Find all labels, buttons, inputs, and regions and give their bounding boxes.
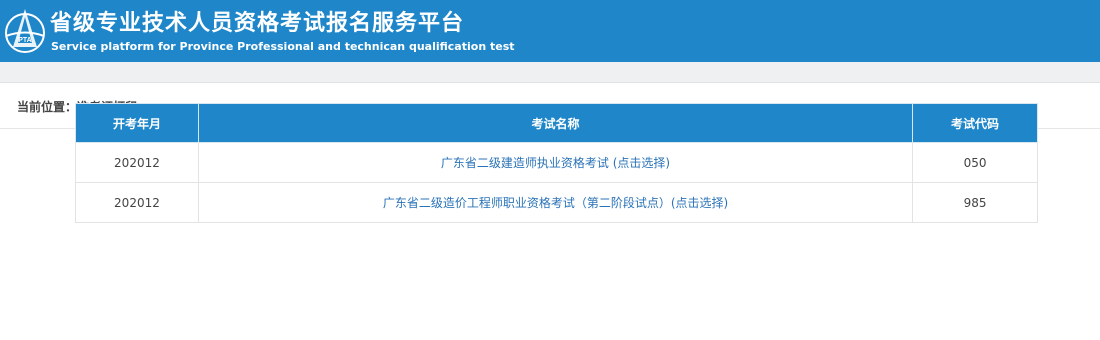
site-subtitle: Service platform for Province Profession…: [51, 40, 515, 53]
exam-code-cell: 050: [912, 142, 1038, 183]
exam-month-cell: 202012: [75, 182, 199, 223]
exam-code-cell: 985: [912, 182, 1038, 223]
exam-table: 开考年月 考试名称 考试代码 202012 广东省二级建造师执业资格考试 (点击…: [75, 103, 1038, 223]
column-header-month: 开考年月: [75, 103, 199, 143]
svg-text:PTA: PTA: [18, 37, 31, 44]
site-header: PTA 省级专业技术人员资格考试报名服务平台 Service platform …: [0, 0, 1100, 62]
table-header-row: 开考年月 考试名称 考试代码: [75, 103, 1038, 143]
pta-logo-icon: PTA: [3, 3, 47, 59]
site-title: 省级专业技术人员资格考试报名服务平台: [50, 11, 465, 36]
exam-month-cell: 202012: [75, 142, 199, 183]
exam-select-link[interactable]: 广东省二级造价工程师职业资格考试（第二阶段试点）(点击选择): [383, 196, 728, 210]
exam-name-cell: 广东省二级建造师执业资格考试 (点击选择): [197, 142, 914, 183]
column-header-exam-code: 考试代码: [912, 103, 1038, 143]
exam-name-cell: 广东省二级造价工程师职业资格考试（第二阶段试点）(点击选择): [197, 182, 914, 223]
exam-select-link[interactable]: 广东省二级建造师执业资格考试 (点击选择): [441, 156, 670, 170]
table-row: 202012 广东省二级建造师执业资格考试 (点击选择) 050: [75, 142, 1038, 183]
table-row: 202012 广东省二级造价工程师职业资格考试（第二阶段试点）(点击选择) 98…: [75, 182, 1038, 223]
column-header-exam-name: 考试名称: [197, 103, 914, 143]
